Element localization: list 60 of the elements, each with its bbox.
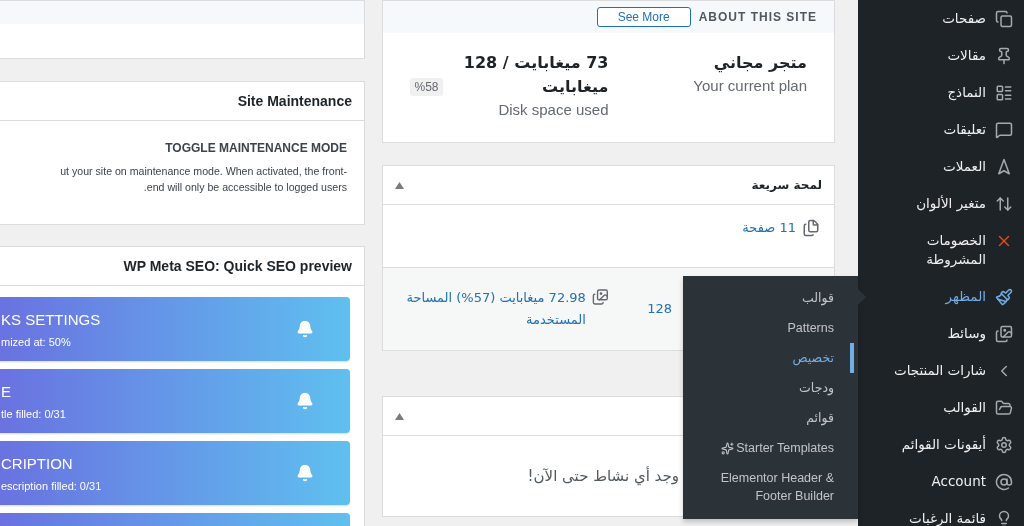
storage-link[interactable]: 72.98 ميغابايت (57%) المساحة المستخدمة [383,287,586,331]
brush-icon [994,287,1014,306]
metric-detail: mized at: 50% [1,335,72,348]
submenu-item[interactable]: Patterns [683,313,854,343]
card-title: WP Meta SEO: Quick SEO preview [123,258,352,274]
menu-item[interactable]: متغير الألوان [858,185,1024,222]
pages-icon [802,219,820,237]
submenu-item[interactable]: Starter Templates [683,433,854,463]
metric-title: KS SETTINGS [1,310,101,328]
pages-link[interactable]: 11 صفحة [742,217,796,239]
menu-item[interactable]: قائمة الرغبات [858,500,1024,526]
section-heading: ABOUT THIS SITE [698,10,817,24]
comment-icon [994,120,1014,139]
menu-item[interactable]: القوالب [858,389,1024,426]
submenu-item[interactable]: ودجات [683,373,854,403]
disk-usage: 73 ميغابايت / 128 ميغابايت [462,52,609,98]
menu-item[interactable]: العملات [858,148,1024,185]
arrows-icon [994,194,1014,213]
metric-title: E [1,382,12,400]
submenu-item[interactable]: قوالب [683,283,854,313]
collapse-icon[interactable] [395,412,404,420]
menu-item[interactable]: تعليقات [858,111,1024,148]
folder-icon [994,398,1014,417]
disk-caption: Disk space used [497,101,609,118]
toggle-heading: TOGGLE MAINTENANCE MODE [165,141,347,155]
collapse-icon[interactable] [395,181,404,189]
card-title: لمحة سريعة [751,178,822,192]
menu-item[interactable]: وسائط [858,315,1024,352]
sparkles-icon [721,441,735,455]
at-sign-icon [994,472,1014,491]
menu-item[interactable]: صفحات [858,0,1024,37]
media-icon [994,324,1014,343]
settings-icon [994,435,1014,454]
bell-icon [296,464,314,482]
storage-link[interactable]: 128 [647,298,672,320]
pages-icon [994,9,1014,28]
menu-item[interactable]: المظهر [858,278,1024,315]
percent-badge: %58 [410,78,443,96]
form-icon [994,83,1014,102]
metric-detail: tle filled: 0/31 [1,407,66,420]
empty-message: وجد أي نشاط حتى الآن! [527,467,679,485]
bell-icon [296,320,314,338]
description-line: .end will only be accessible to logged users [143,181,347,193]
menu-item[interactable]: النماذج [858,74,1024,111]
plan-caption: Your current plan [692,77,807,94]
bell-icon [296,392,314,410]
menu-item[interactable]: أيقونات القوائم [858,426,1024,463]
metric-detail: escription filled: 0/31 [1,479,102,492]
menu-item[interactable]: الخصومات المشروطة [858,222,1024,278]
submenu-item[interactable]: قوائم [683,403,854,433]
menu-item[interactable]: Account [858,463,1024,500]
menu-item[interactable]: مقالات [858,37,1024,74]
menu-item[interactable]: شارات المنتجات [858,352,1024,389]
see-more-button[interactable]: See More [596,7,691,27]
description-line: ut your site on maintenance mode. When activated, the front- [60,165,347,177]
plan-name: متجر مجاني [712,52,807,75]
media-icon [591,287,609,307]
card-title: Site Maintenance [237,93,352,109]
metric-title: CRIPTION [1,454,74,472]
submenu-item[interactable]: Elementor Header & Footer Builder [683,463,854,511]
